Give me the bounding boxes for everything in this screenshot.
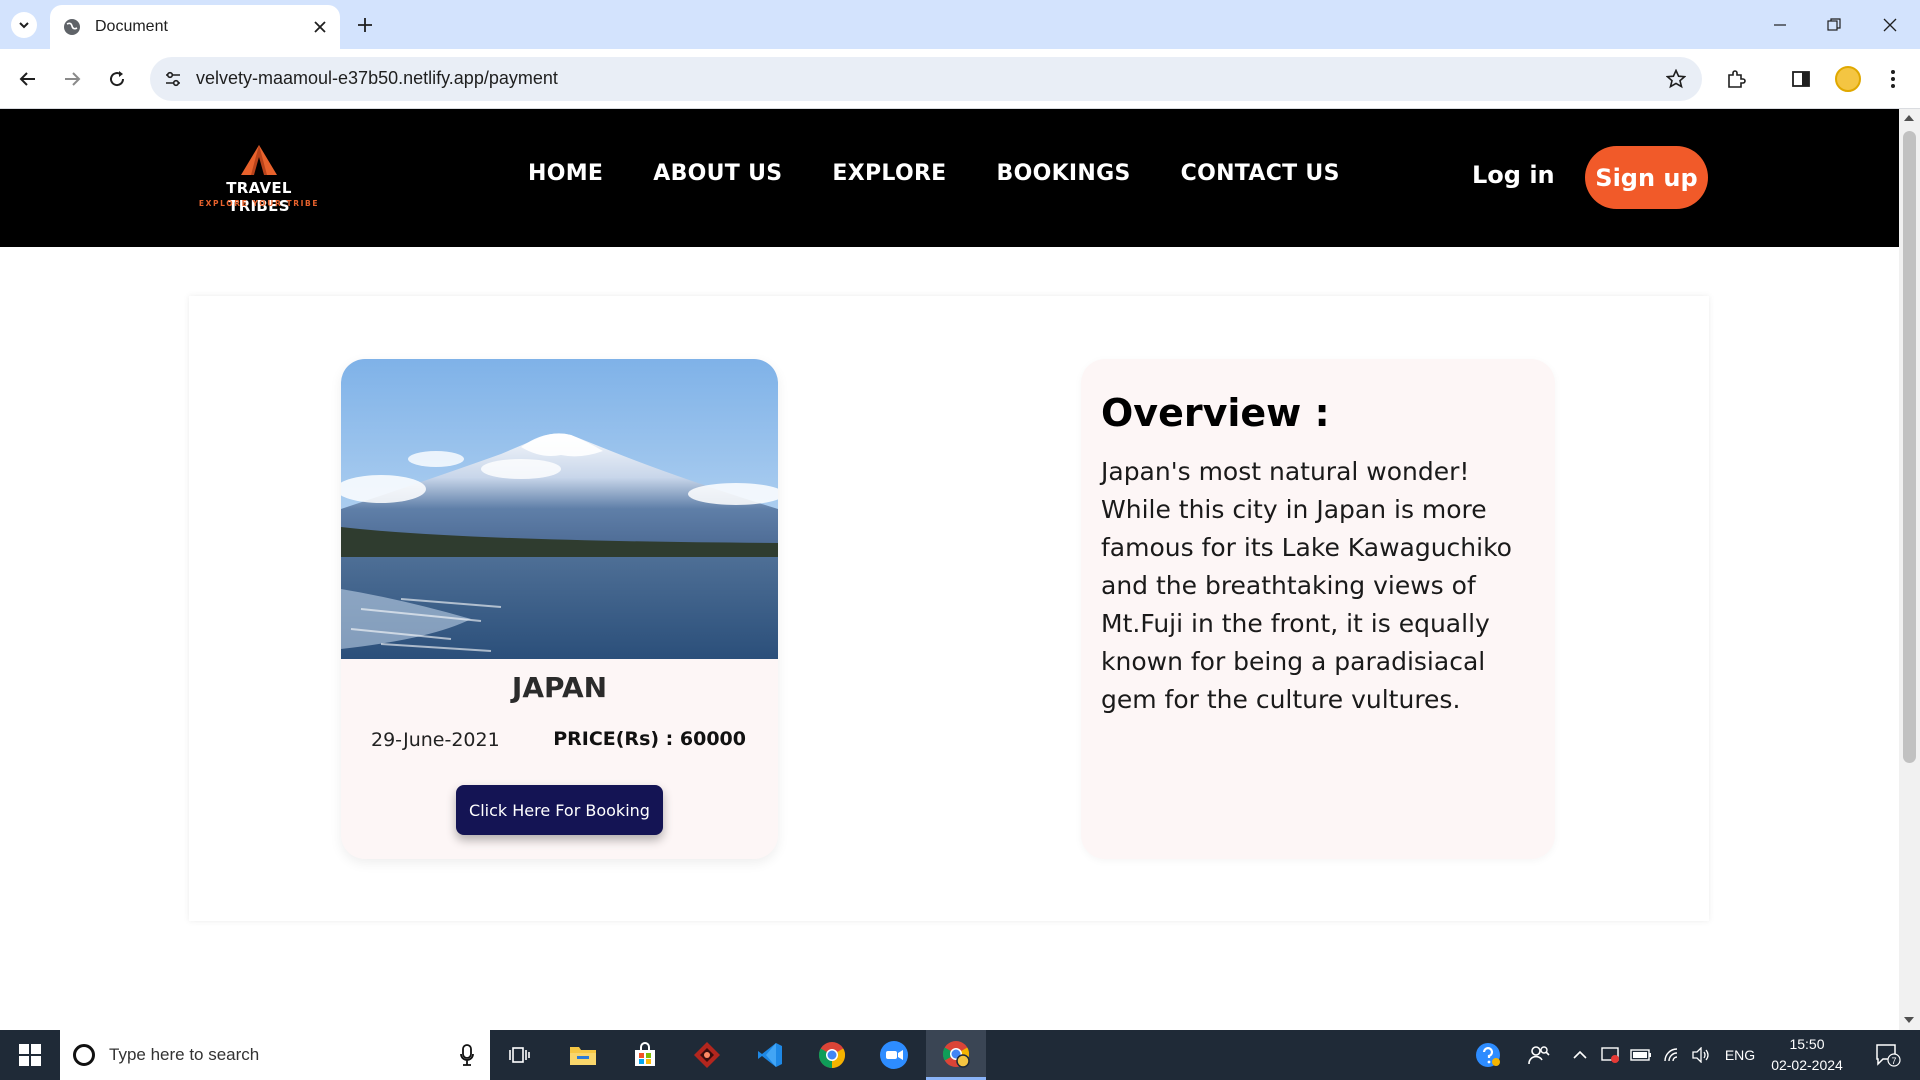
taskbar-search[interactable]: Type here to search <box>60 1030 490 1080</box>
search-icon <box>73 1044 95 1066</box>
wifi-icon[interactable] <box>1660 1030 1686 1080</box>
browser-tab-bar: Document <box>0 0 1920 49</box>
destination-card: JAPAN 29-June-2021 PRICE(Rs) : 60000 Cli… <box>341 359 778 859</box>
battery-icon[interactable] <box>1628 1030 1654 1080</box>
destination-price: PRICE(Rs) : 60000 <box>553 728 746 750</box>
restore-icon[interactable] <box>1806 0 1862 49</box>
help-question-icon[interactable] <box>1470 1030 1506 1080</box>
active-tab[interactable]: Document <box>50 5 340 49</box>
bookmark-star-icon[interactable] <box>1664 67 1688 91</box>
volume-icon[interactable] <box>1688 1030 1714 1080</box>
chrome-icon[interactable] <box>802 1030 862 1080</box>
game-app-icon[interactable] <box>677 1030 737 1080</box>
destination-date: 29-June-2021 <box>371 729 500 751</box>
close-tab-icon[interactable] <box>310 17 330 37</box>
vscode-icon[interactable] <box>740 1030 800 1080</box>
nav-about-us[interactable]: ABOUT US <box>653 161 782 186</box>
back-arrow-icon[interactable] <box>13 64 43 94</box>
nav-contact-us[interactable]: CONTACT US <box>1181 161 1340 186</box>
page-viewport: TRAVEL TRIBES EXPLORE YOUR TRIBE HOME AB… <box>0 109 1899 1030</box>
tent-logo-icon <box>241 145 277 175</box>
side-panel-icon[interactable] <box>1786 64 1816 94</box>
extensions-puzzle-icon[interactable] <box>1721 64 1751 94</box>
taskbar-search-placeholder: Type here to search <box>109 1045 260 1064</box>
clock-time: 15:50 <box>1789 1036 1825 1052</box>
site-settings-icon[interactable] <box>162 68 184 90</box>
payment-panel: JAPAN 29-June-2021 PRICE(Rs) : 60000 Cli… <box>189 296 1709 921</box>
site-navbar: TRAVEL TRIBES EXPLORE YOUR TRIBE HOME AB… <box>0 109 1899 247</box>
people-search-icon[interactable] <box>1522 1030 1556 1080</box>
site-logo[interactable]: TRAVEL TRIBES EXPLORE YOUR TRIBE <box>193 143 325 215</box>
scroll-down-arrow-icon[interactable] <box>1904 1017 1914 1023</box>
microsoft-store-icon[interactable] <box>615 1030 675 1080</box>
main-nav: HOME ABOUT US EXPLORE BOOKINGS CONTACT U… <box>528 161 1340 186</box>
destination-image <box>341 359 778 659</box>
language-indicator[interactable]: ENG <box>1720 1030 1760 1080</box>
overview-card: Overview : Japan's most natural wonder! … <box>1081 359 1555 859</box>
reload-icon[interactable] <box>102 64 132 94</box>
logo-text: TRAVEL TRIBES <box>226 179 292 215</box>
more-menu-icon[interactable] <box>1878 64 1908 94</box>
close-window-icon[interactable] <box>1862 0 1918 49</box>
url-text: velvety-maamoul-e37b50.netlify.app/payme… <box>196 68 558 88</box>
task-view-icon[interactable] <box>490 1030 550 1080</box>
show-hidden-icons-chevron-icon[interactable] <box>1568 1030 1592 1080</box>
new-tab-plus-icon[interactable] <box>352 12 378 38</box>
notification-count: 7 <box>1891 1056 1896 1066</box>
globe-icon <box>63 18 81 36</box>
nav-explore[interactable]: EXPLORE <box>832 161 946 186</box>
notifications-icon[interactable]: 7 <box>1866 1030 1910 1080</box>
logo-tagline: EXPLORE YOUR TRIBE <box>198 199 320 208</box>
taskbar-clock[interactable]: 15:50 02-02-2024 <box>1764 1034 1850 1076</box>
address-bar[interactable]: velvety-maamoul-e37b50.netlify.app/payme… <box>150 57 1702 101</box>
clock-date: 02-02-2024 <box>1771 1057 1843 1073</box>
security-alert-icon[interactable] <box>1598 1030 1624 1080</box>
file-explorer-icon[interactable] <box>553 1030 613 1080</box>
profile-avatar[interactable] <box>1835 66 1861 92</box>
tab-title: Document <box>95 18 168 35</box>
windows-start-icon[interactable] <box>0 1030 60 1080</box>
forward-arrow-icon[interactable] <box>57 64 87 94</box>
overview-title: Overview : <box>1101 391 1330 435</box>
nav-home[interactable]: HOME <box>528 161 603 186</box>
chrome-active-window-icon[interactable] <box>926 1030 986 1080</box>
login-link[interactable]: Log in <box>1472 161 1555 189</box>
windows-taskbar: Type here to search ENG 15:50 02-02-2024… <box>0 1030 1920 1080</box>
microphone-icon[interactable] <box>460 1044 474 1070</box>
minimize-icon[interactable] <box>1752 0 1808 49</box>
destination-name: JAPAN <box>511 671 608 704</box>
browser-toolbar: velvety-maamoul-e37b50.netlify.app/payme… <box>0 49 1920 109</box>
nav-bookings[interactable]: BOOKINGS <box>997 161 1131 186</box>
tab-search-chevron-icon[interactable] <box>11 12 37 38</box>
scrollbar-thumb[interactable] <box>1903 131 1916 763</box>
zoom-icon[interactable] <box>864 1030 924 1080</box>
scroll-up-arrow-icon[interactable] <box>1904 115 1914 121</box>
overview-text: Japan's most natural wonder! While this … <box>1101 457 1512 714</box>
booking-button[interactable]: Click Here For Booking <box>456 785 663 835</box>
signup-button[interactable]: Sign up <box>1585 146 1708 209</box>
page-scrollbar[interactable] <box>1899 109 1920 1030</box>
